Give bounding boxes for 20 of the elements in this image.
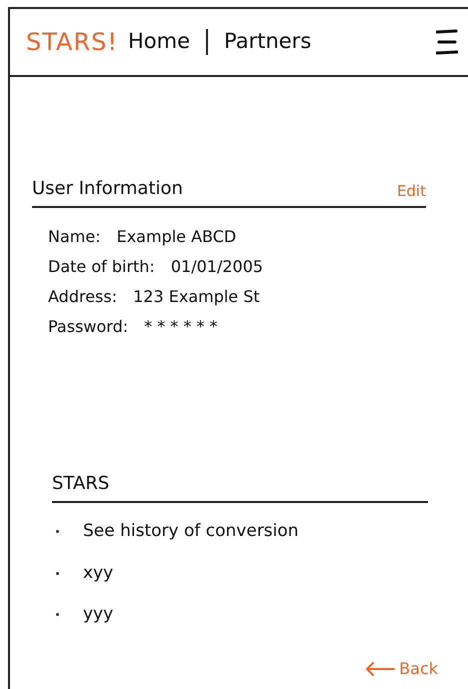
bullet-icon	[56, 613, 59, 616]
left-arrow-icon	[365, 662, 396, 676]
bullet-icon	[56, 572, 59, 575]
list-item[interactable]: xyy	[83, 560, 114, 586]
field-label: Password:	[48, 316, 128, 338]
field-value: 123 Example St	[133, 286, 260, 308]
nav-link[interactable]: Home	[128, 26, 190, 58]
list-item[interactable]: yyy	[83, 602, 114, 628]
field-label: Name:	[48, 226, 101, 248]
field-value: Example ABCD	[116, 226, 236, 248]
bullet-icon	[56, 530, 59, 534]
nav-link[interactable]: Partners	[224, 26, 312, 58]
field-label: Address:	[48, 286, 118, 308]
section-title: User Information	[32, 177, 183, 201]
field-value: * * * * * *	[144, 316, 218, 338]
field-value: 01/01/2005	[170, 256, 264, 278]
section-title: STARS	[52, 472, 110, 496]
menu-icon[interactable]	[436, 29, 458, 55]
list-item[interactable]: See history of conversion	[83, 519, 299, 544]
field-label: Date of birth:	[48, 256, 155, 278]
